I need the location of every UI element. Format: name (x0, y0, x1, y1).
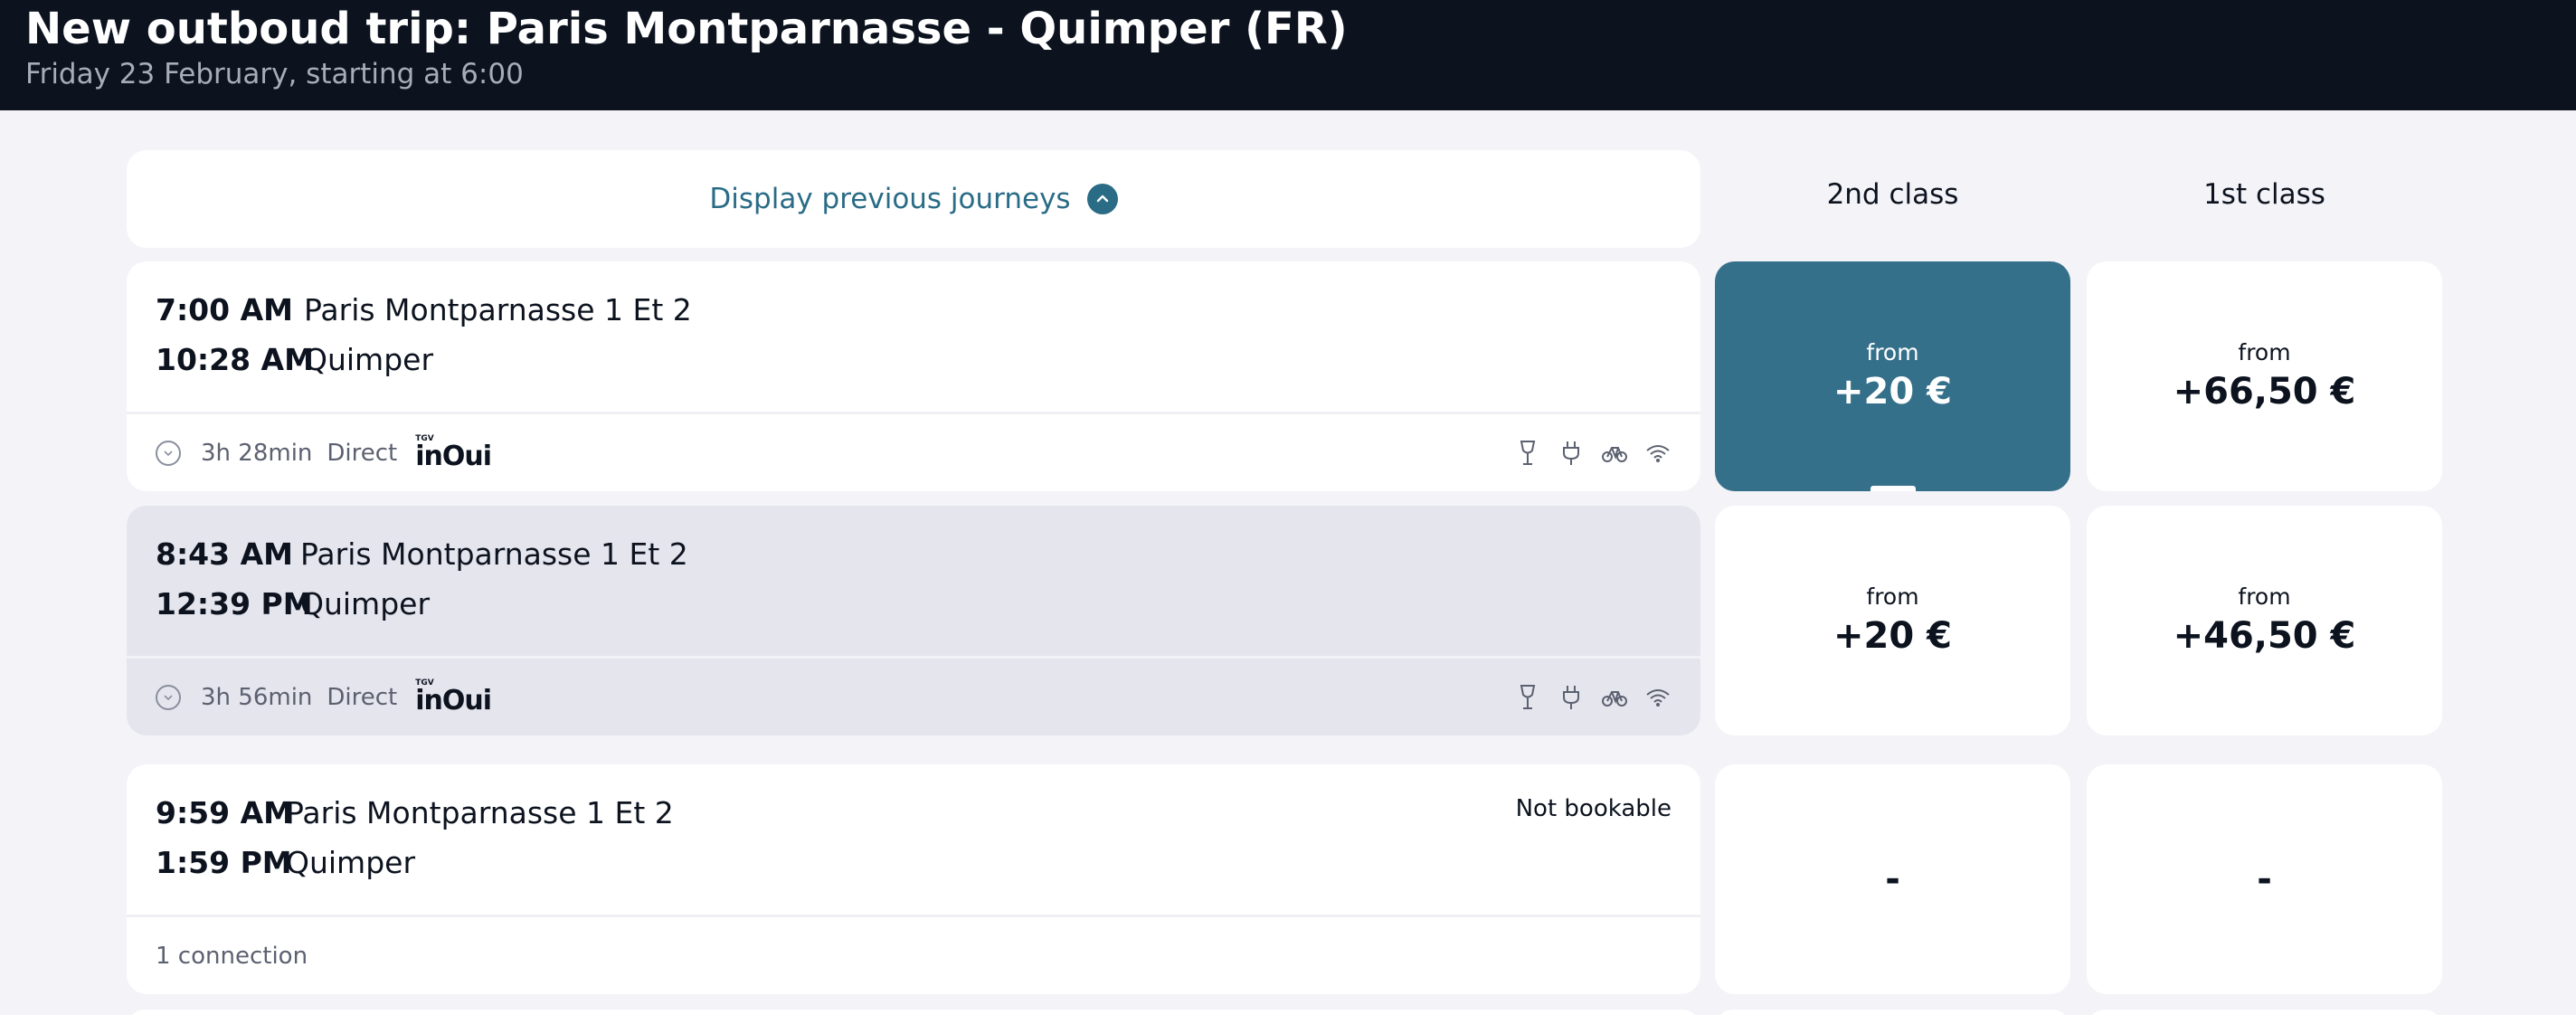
price-1st-class-partial[interactable] (2087, 1010, 2442, 1015)
price-value: +66,50 € (2173, 371, 2356, 413)
wifi-icon (1644, 684, 1672, 711)
column-header-1st-class: 1st class (2203, 178, 2325, 211)
amenities (1514, 440, 1672, 467)
journey-row[interactable]: 9:59 AM Paris Montparnasse 1 Et 2 1:59 P… (127, 764, 1700, 994)
arrival-station: Quimper (286, 845, 416, 880)
journey-details: 3h 56min Direct TGV inOui (156, 659, 1672, 735)
connections-label: 1 connection (156, 942, 308, 970)
journey-details: 3h 28min Direct TGV inOui (156, 414, 1672, 491)
journey-duration: 3h 28min (201, 439, 313, 467)
clock-icon (156, 440, 181, 466)
journey-duration: 3h 56min (201, 683, 313, 711)
bicycle-icon (1601, 684, 1628, 711)
price-from-label: from (1866, 339, 1919, 365)
tgv-inoui-logo: TGV inOui (415, 678, 492, 716)
arrival-time: 1:59 PM (156, 845, 292, 880)
price-value: - (1885, 858, 1900, 900)
price-value: +46,50 € (2173, 615, 2356, 657)
price-2nd-class: - (1715, 764, 2070, 994)
page-header: New outboud trip: Paris Montparnasse - Q… (0, 0, 2576, 110)
price-1st-class: - (2087, 764, 2442, 994)
departure-time: 7:00 AM (156, 292, 293, 327)
departure-time: 8:43 AM (156, 536, 293, 572)
price-from-label: from (2238, 339, 2291, 365)
bar-icon (1514, 440, 1541, 467)
wifi-icon (1644, 440, 1672, 467)
display-previous-journeys-label: Display previous journeys (709, 183, 1071, 215)
journey-departure: 7:00 AM Paris Montparnasse 1 Et 2 (156, 292, 692, 327)
not-bookable-status: Not bookable (1515, 795, 1672, 822)
journey-arrival: 12:39 PM Quimper (156, 586, 430, 621)
journey-type: Direct (327, 439, 398, 467)
departure-station: Paris Montparnasse 1 Et 2 (304, 292, 692, 327)
chevron-up-icon (1086, 184, 1118, 214)
price-1st-class[interactable]: from +46,50 € (2087, 506, 2442, 735)
selected-indicator (1870, 486, 1916, 491)
departure-station: Paris Montparnasse 1 Et 2 (300, 536, 688, 572)
clock-icon (156, 684, 181, 710)
arrival-time: 10:28 AM (156, 342, 314, 377)
price-from-label: from (1866, 583, 1919, 610)
journey-row[interactable]: 8:43 AM Paris Montparnasse 1 Et 2 12:39 … (127, 506, 1700, 735)
journey-times: 8:43 AM Paris Montparnasse 1 Et 2 12:39 … (127, 506, 1700, 656)
journey-row-partial[interactable] (127, 1010, 1700, 1015)
journey-times: 9:59 AM Paris Montparnasse 1 Et 2 1:59 P… (127, 764, 1700, 915)
journey-details: 1 connection (156, 917, 1672, 994)
journey-type: Direct (327, 683, 398, 711)
display-previous-journeys-button[interactable]: Display previous journeys (127, 150, 1700, 248)
journey-row[interactable]: 7:00 AM Paris Montparnasse 1 Et 2 10:28 … (127, 261, 1700, 491)
arrival-station: Quimper (304, 342, 434, 377)
journey-departure: 9:59 AM Paris Montparnasse 1 Et 2 (156, 795, 674, 830)
page-title: New outboud trip: Paris Montparnasse - Q… (25, 4, 1348, 54)
tgv-inoui-logo: TGV inOui (415, 434, 492, 472)
price-2nd-class[interactable]: from +20 € (1715, 506, 2070, 735)
departure-station: Paris Montparnasse 1 Et 2 (286, 795, 674, 830)
bar-icon (1514, 684, 1541, 711)
journey-arrival: 10:28 AM Quimper (156, 342, 433, 377)
journey-departure: 8:43 AM Paris Montparnasse 1 Et 2 (156, 536, 688, 572)
power-outlet-icon (1558, 440, 1585, 467)
price-2nd-class[interactable]: from +20 € (1715, 261, 2070, 491)
price-value: - (2257, 858, 2272, 900)
page-subtitle: Friday 23 February, starting at 6:00 (25, 58, 524, 90)
arrival-time: 12:39 PM (156, 586, 313, 621)
price-2nd-class-partial[interactable] (1715, 1010, 2070, 1015)
price-value: +20 € (1833, 615, 1952, 657)
bicycle-icon (1601, 440, 1628, 467)
price-value: +20 € (1833, 371, 1952, 413)
journey-arrival: 1:59 PM Quimper (156, 845, 415, 880)
departure-time: 9:59 AM (156, 795, 293, 830)
price-from-label: from (2238, 583, 2291, 610)
price-1st-class[interactable]: from +66,50 € (2087, 261, 2442, 491)
journey-times: 7:00 AM Paris Montparnasse 1 Et 2 10:28 … (127, 261, 1700, 412)
amenities (1514, 684, 1672, 711)
column-header-2nd-class: 2nd class (1826, 178, 1959, 211)
arrival-station: Quimper (300, 586, 431, 621)
power-outlet-icon (1558, 684, 1585, 711)
